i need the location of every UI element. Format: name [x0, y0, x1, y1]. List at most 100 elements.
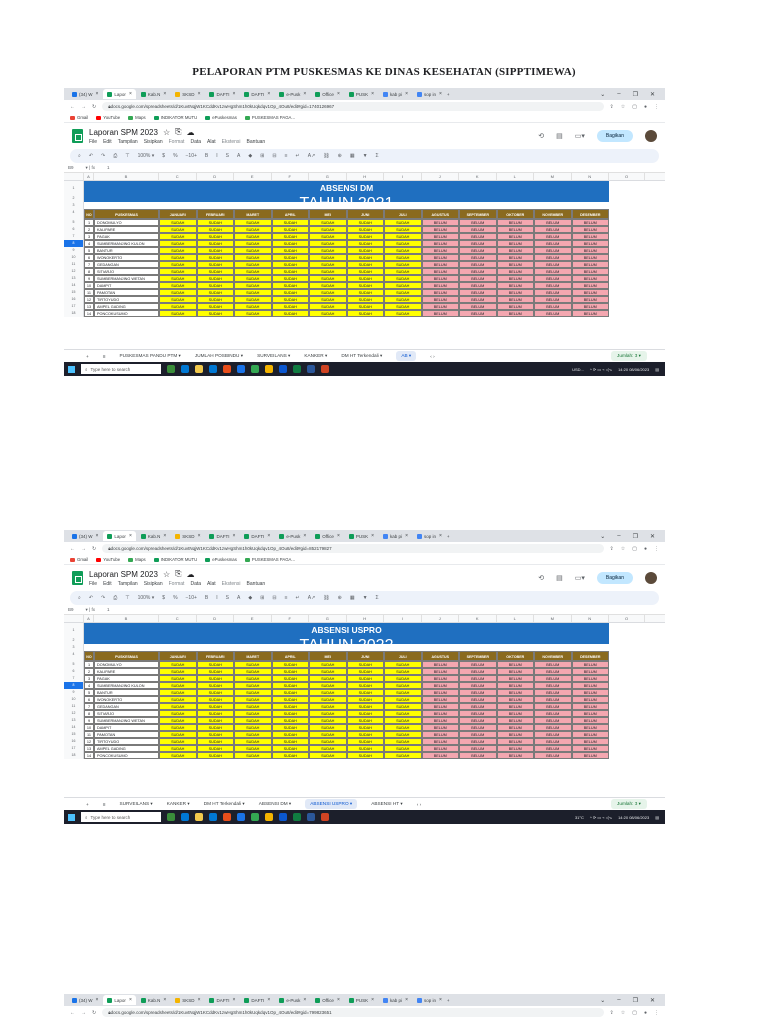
- status-cell[interactable]: BELUM: [496, 303, 534, 310]
- search-icon[interactable]: ⌕: [78, 153, 81, 159]
- taskbar-app-icon[interactable]: [237, 365, 245, 373]
- status-cell[interactable]: BELUM: [534, 254, 572, 261]
- taskbar-app-icon[interactable]: [237, 813, 245, 821]
- row-header[interactable]: 14: [64, 724, 84, 731]
- rotate-icon[interactable]: A↗: [308, 153, 316, 159]
- sheet-tab[interactable]: DM HT Terkendali ▾: [341, 353, 382, 359]
- status-cell[interactable]: SUDAH: [234, 289, 272, 296]
- row-header[interactable]: 18: [64, 310, 84, 317]
- kebab-menu-icon[interactable]: ⋮: [654, 1010, 659, 1016]
- status-cell[interactable]: SUDAH: [309, 247, 347, 254]
- taskbar-app-icon[interactable]: [251, 365, 259, 373]
- status-cell[interactable]: SUDAH: [159, 254, 197, 261]
- status-cell[interactable]: SUDAH: [309, 289, 347, 296]
- tab-close-icon[interactable]: ×: [232, 997, 235, 1003]
- status-cell[interactable]: SUDAH: [346, 310, 384, 317]
- status-cell[interactable]: BELUM: [421, 247, 459, 254]
- status-cell[interactable]: SUDAH: [234, 275, 272, 282]
- status-cell[interactable]: SUDAH: [196, 240, 234, 247]
- browser-tab[interactable]: DAFTI ×: [205, 89, 239, 99]
- status-cell[interactable]: SUDAH: [346, 745, 384, 752]
- browser-tab[interactable]: e-Pusk ×: [275, 531, 310, 541]
- status-cell[interactable]: SUDAH: [309, 689, 347, 696]
- status-cell[interactable]: SUDAH: [384, 282, 422, 289]
- print-icon[interactable]: ⎙: [113, 595, 117, 601]
- status-cell[interactable]: BELUM: [421, 261, 459, 268]
- status-cell[interactable]: SUDAH: [196, 738, 234, 745]
- status-cell[interactable]: SUDAH: [196, 661, 234, 668]
- menu-item[interactable]: Bantuan: [247, 139, 266, 145]
- status-cell[interactable]: BELUM: [571, 682, 609, 689]
- text-color-icon[interactable]: A: [237, 595, 240, 601]
- menu-item[interactable]: Tampilan: [118, 139, 138, 145]
- functions-icon[interactable]: Σ: [376, 595, 379, 601]
- row-header[interactable]: 8: [64, 682, 84, 689]
- row-number-cell[interactable]: 4: [84, 682, 94, 689]
- status-cell[interactable]: SUDAH: [196, 282, 234, 289]
- taskbar-app-icon[interactable]: [223, 813, 231, 821]
- move-icon[interactable]: ⎘: [175, 127, 181, 137]
- column-header[interactable]: B: [94, 173, 159, 180]
- bookmark-star-icon[interactable]: ☆: [621, 104, 625, 110]
- status-cell[interactable]: SUDAH: [159, 668, 197, 675]
- status-cell[interactable]: BELUM: [496, 219, 534, 226]
- row-header[interactable]: 16: [64, 296, 84, 303]
- status-cell[interactable]: SUDAH: [309, 724, 347, 731]
- back-icon[interactable]: ←: [70, 546, 75, 552]
- column-header[interactable]: J: [422, 173, 459, 180]
- row-header[interactable]: 13: [64, 275, 84, 282]
- new-tab-button[interactable]: +: [447, 998, 450, 1003]
- status-cell[interactable]: SUDAH: [384, 703, 422, 710]
- add-sheet-icon[interactable]: +: [86, 802, 89, 807]
- row-number-cell[interactable]: 8: [84, 268, 94, 275]
- status-cell[interactable]: SUDAH: [159, 261, 197, 268]
- status-cell[interactable]: SUDAH: [309, 268, 347, 275]
- status-cell[interactable]: SUDAH: [384, 289, 422, 296]
- browser-tab[interactable]: kab pi ×: [379, 531, 412, 541]
- merge-icon[interactable]: ⊟: [272, 595, 276, 601]
- status-cell[interactable]: BELUM: [459, 282, 497, 289]
- status-cell[interactable]: BELUM: [571, 247, 609, 254]
- row-number-cell[interactable]: 11: [84, 289, 94, 296]
- status-cell[interactable]: SUDAH: [196, 275, 234, 282]
- status-cell[interactable]: SUDAH: [234, 696, 272, 703]
- tab-close-icon[interactable]: ×: [303, 997, 306, 1003]
- puskesmas-name-cell[interactable]: SUMBERMANJING KULON: [94, 682, 159, 689]
- status-cell[interactable]: BELUM: [534, 696, 572, 703]
- chart-icon[interactable]: ▦: [350, 153, 355, 159]
- tab-search-icon[interactable]: ⌄: [600, 91, 605, 98]
- minimize-icon[interactable]: –: [617, 997, 620, 1004]
- row-number-cell[interactable]: 2: [84, 226, 94, 233]
- bookmark-star-icon[interactable]: ☆: [621, 546, 625, 552]
- all-sheets-icon[interactable]: ≡: [103, 802, 106, 807]
- status-cell[interactable]: SUDAH: [196, 682, 234, 689]
- italic-icon[interactable]: I: [216, 595, 217, 601]
- status-cell[interactable]: BELUM: [496, 289, 534, 296]
- redo-icon[interactable]: ↷: [101, 595, 105, 601]
- back-icon[interactable]: ←: [70, 104, 75, 110]
- status-cell[interactable]: SUDAH: [346, 303, 384, 310]
- status-cell[interactable]: SUDAH: [159, 240, 197, 247]
- status-cell[interactable]: BELUM: [534, 731, 572, 738]
- row-header[interactable]: 10: [64, 254, 84, 261]
- sidepanel-icon[interactable]: ▢: [632, 546, 637, 552]
- status-cell[interactable]: SUDAH: [271, 682, 309, 689]
- status-cell[interactable]: SUDAH: [196, 717, 234, 724]
- status-cell[interactable]: SUDAH: [309, 703, 347, 710]
- status-cell[interactable]: BELUM: [496, 703, 534, 710]
- status-cell[interactable]: BELUM: [459, 703, 497, 710]
- sheet-tab[interactable]: JUMLAH POSBINDU ▾: [195, 353, 243, 359]
- menu-item[interactable]: Data: [190, 139, 201, 145]
- status-cell[interactable]: SUDAH: [384, 710, 422, 717]
- status-cell[interactable]: SUDAH: [159, 275, 197, 282]
- column-header[interactable]: E: [234, 173, 272, 180]
- status-cell[interactable]: SUDAH: [159, 724, 197, 731]
- row-number-cell[interactable]: 5: [84, 247, 94, 254]
- row-header[interactable]: 14: [64, 282, 84, 289]
- status-cell[interactable]: BELUM: [459, 247, 497, 254]
- share-button[interactable]: Bagikan: [596, 130, 633, 142]
- status-cell[interactable]: BELUM: [421, 282, 459, 289]
- undo-icon[interactable]: ↶: [89, 153, 93, 159]
- insert-comment-icon[interactable]: ⊕: [338, 153, 342, 159]
- column-header[interactable]: A: [84, 615, 94, 622]
